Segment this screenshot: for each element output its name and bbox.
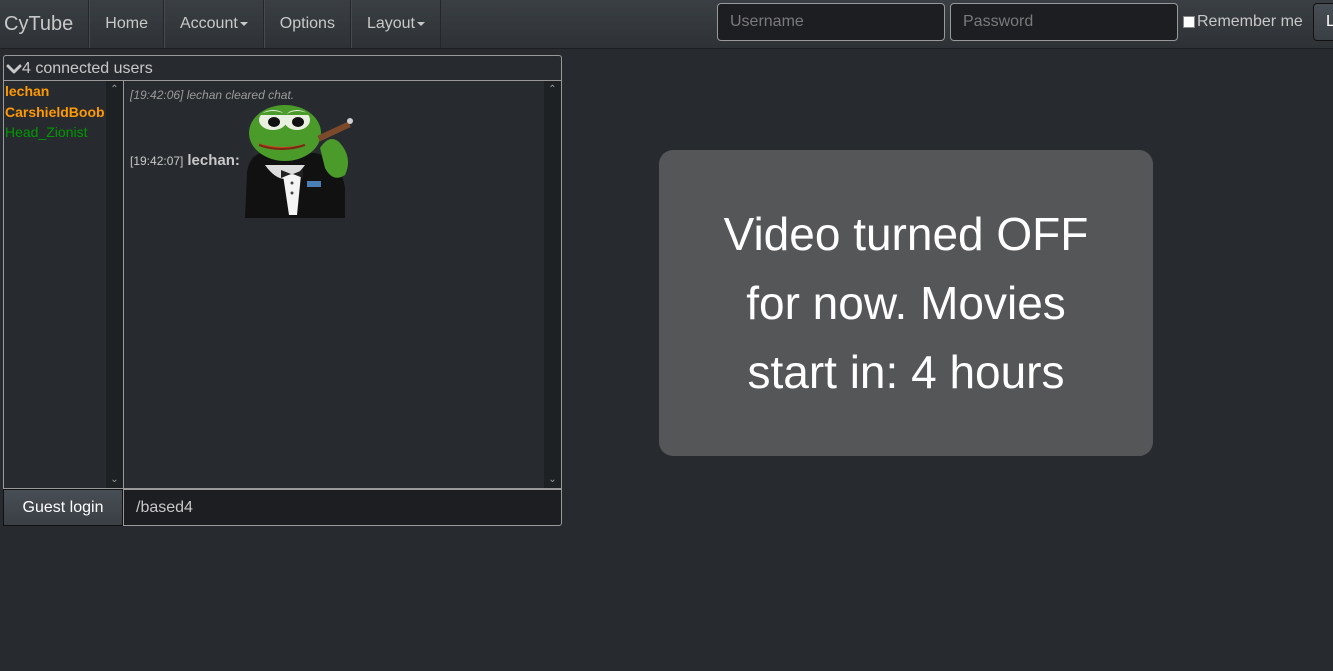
chat-input-value: /based4	[136, 498, 193, 516]
video-off-message: Video turned OFF for now. Movies start i…	[723, 207, 1089, 398]
chat-input[interactable]: /based4	[123, 489, 562, 526]
connected-users-count: 4 connected users	[22, 59, 153, 77]
user-list: lechan CarshieldBoob Head_Zionist ⌃ ⌄	[3, 80, 123, 489]
system-message: [19:42:06] lechan cleared chat.	[130, 88, 295, 102]
password-input[interactable]	[950, 3, 1178, 41]
nav-home-label: Home	[105, 15, 148, 32]
scroll-up-icon[interactable]: ⌃	[106, 81, 123, 98]
chevron-down-icon	[6, 64, 22, 73]
nav-options-label: Options	[279, 15, 335, 32]
remember-label: Remember me	[1197, 13, 1303, 30]
remember-me[interactable]: Remember me	[1183, 13, 1303, 31]
nav-layout-label: Layout	[366, 15, 415, 32]
message-buffer: [19:42:06] lechan cleared chat. [19:42:0…	[123, 80, 562, 489]
login-button[interactable]: L	[1313, 3, 1333, 41]
user-item[interactable]: Head_Zionist	[4, 122, 106, 143]
messages-scrollbar[interactable]: ⌃ ⌄	[544, 81, 561, 488]
video-off-panel: Video turned OFF for now. Movies start i…	[659, 150, 1153, 456]
username-input[interactable]	[717, 3, 945, 41]
scroll-down-icon[interactable]: ⌄	[544, 471, 561, 488]
userlist-toggle[interactable]: 4 connected users	[3, 55, 562, 81]
login-form: Remember me	[717, 3, 1303, 41]
userlist-scrollbar[interactable]: ⌃ ⌄	[106, 81, 123, 488]
nav-account-label: Account	[179, 15, 238, 32]
message-timestamp: [19:42:07]	[130, 153, 184, 168]
caret-down-icon	[239, 22, 248, 26]
scroll-down-icon[interactable]: ⌄	[106, 471, 123, 488]
brand-logo[interactable]: CyTube	[0, 0, 90, 48]
remember-checkbox[interactable]	[1183, 16, 1195, 28]
nav-layout[interactable]: Layout	[350, 0, 441, 48]
pepe-cigar-image	[244, 105, 353, 218]
message-username[interactable]: lechan:	[187, 152, 240, 169]
nav-account[interactable]: Account	[163, 0, 264, 48]
chat-message: [19:42:07] lechan:	[130, 103, 357, 218]
scroll-up-icon[interactable]: ⌃	[544, 81, 561, 98]
nav-options[interactable]: Options	[263, 0, 351, 48]
navbar: CyTube Home Account Options Layout Remem…	[0, 0, 1333, 49]
nav-home[interactable]: Home	[89, 0, 164, 48]
guest-login-button[interactable]: Guest login	[3, 489, 123, 526]
user-item[interactable]: CarshieldBoob	[4, 102, 106, 123]
caret-down-icon	[416, 22, 425, 26]
user-item[interactable]: lechan	[4, 81, 106, 102]
